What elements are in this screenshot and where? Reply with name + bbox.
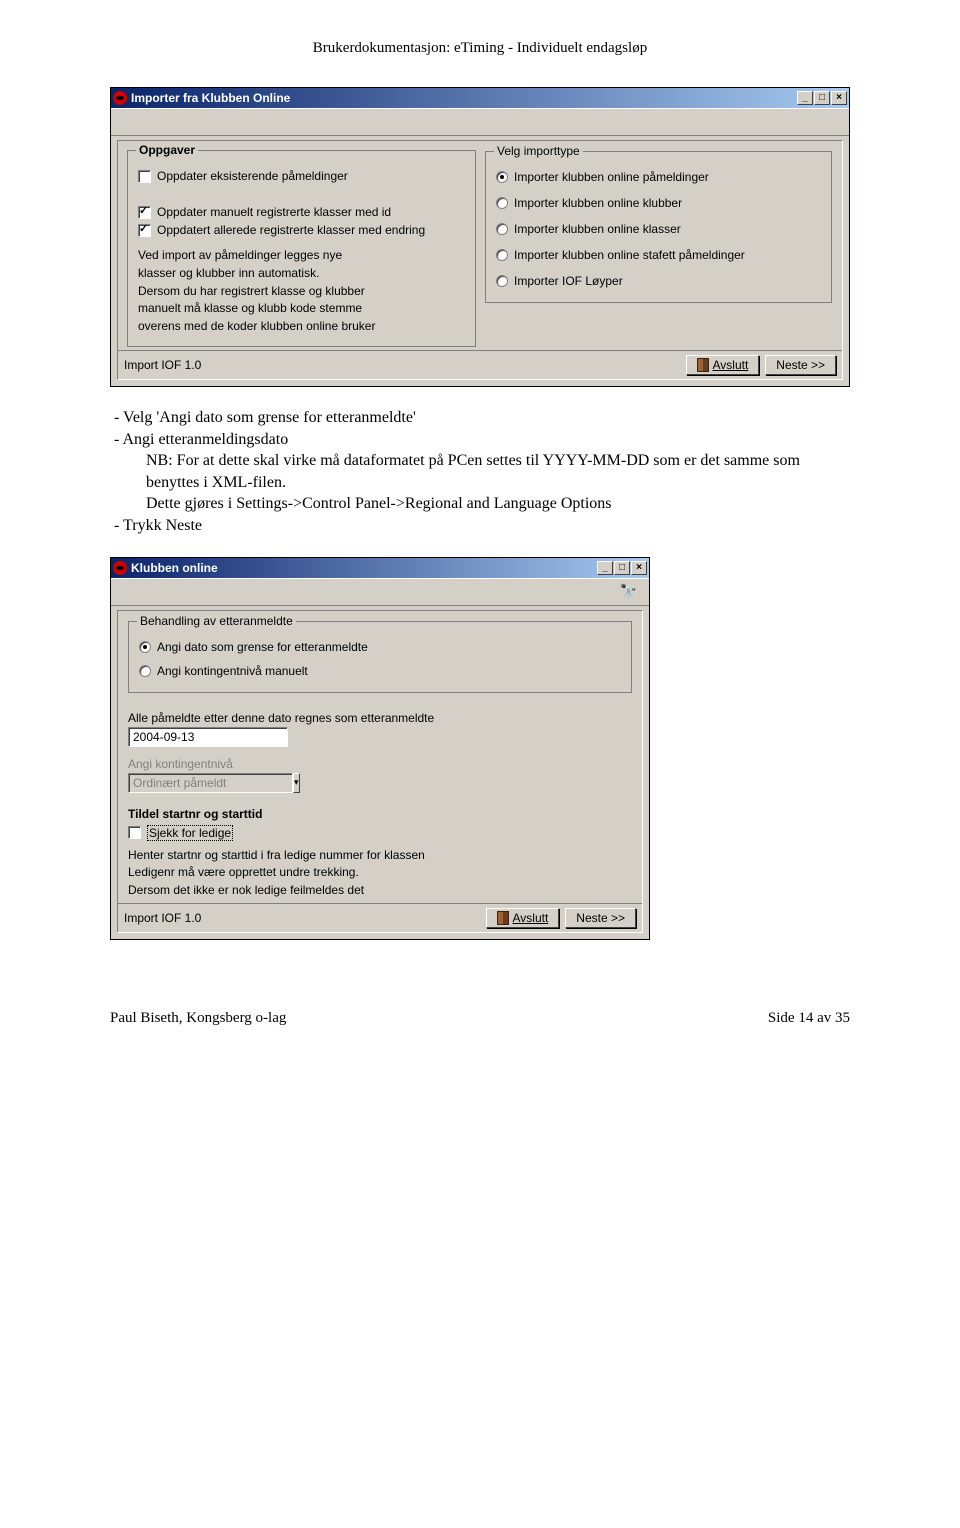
klubben-window: Klubben online _ □ × 🔭 Behandling av ett…: [110, 557, 650, 940]
app-icon: [113, 561, 127, 575]
etter-legend: Behandling av etteranmeldte: [137, 614, 296, 628]
tildel-legend: Tildel startnr og starttid: [128, 807, 632, 821]
radio-icon: [496, 275, 508, 287]
kontingent-select: [128, 773, 288, 793]
avslutt-button[interactable]: Avslutt: [486, 908, 560, 928]
toolbar: [111, 108, 849, 136]
page-footer: Paul Biseth, Kongsberg o-lag Side 14 av …: [110, 1010, 850, 1027]
radio-icon: [496, 249, 508, 261]
date-label: Alle påmeldte etter denne dato regnes so…: [128, 711, 632, 725]
radio-stafett[interactable]: Importer klubben online stafett påmeldin…: [496, 248, 821, 262]
radio-icon: [496, 171, 508, 183]
maximize-button[interactable]: □: [614, 561, 630, 575]
neste-button[interactable]: Neste >>: [565, 908, 636, 928]
titlebar: Importer fra Klubben Online _ □ ×: [111, 88, 849, 108]
etteranmeldte-group: Behandling av etteranmeldte Angi dato so…: [128, 621, 632, 693]
avslutt-button[interactable]: Avslutt: [686, 355, 760, 375]
status-text: Import IOF 1.0: [124, 358, 201, 372]
neste-button[interactable]: Neste >>: [765, 355, 836, 375]
binoculars-icon[interactable]: 🔭: [616, 583, 641, 600]
status-text: Import IOF 1.0: [124, 911, 201, 925]
importtype-legend: Velg importtype: [494, 144, 583, 158]
info-text: Ved import av påmeldinger legges nye kla…: [138, 247, 465, 335]
date-input[interactable]: [128, 727, 288, 747]
importtype-group: Velg importtype Importer klubben online …: [485, 151, 832, 303]
checkbox-oppdater-klasser-id[interactable]: Oppdater manuelt registrerte klasser med…: [138, 205, 465, 219]
tildel-info: Henter startnr og starttid i fra ledige …: [128, 847, 632, 899]
footer-author: Paul Biseth, Kongsberg o-lag: [110, 1010, 286, 1027]
footer-page: Side 14 av 35: [768, 1010, 850, 1027]
radio-angi-dato[interactable]: Angi dato som grense for etteranmeldte: [139, 640, 621, 654]
radio-pameldinger[interactable]: Importer klubben online påmeldinger: [496, 170, 821, 184]
kontingent-label: Angi kontingentnivå: [128, 757, 632, 771]
close-button[interactable]: ×: [631, 561, 647, 575]
kontingent-value: [128, 773, 293, 793]
window-title: Importer fra Klubben Online: [131, 91, 290, 105]
toolbar: 🔭: [111, 578, 649, 606]
radio-icon: [496, 223, 508, 235]
dropdown-arrow-icon: [293, 773, 300, 793]
exit-icon: [697, 358, 709, 372]
close-button[interactable]: ×: [831, 91, 847, 105]
checkbox-sjekk-ledige[interactable]: Sjekk for ledige: [128, 825, 632, 841]
oppgaver-legend: Oppgaver: [136, 143, 198, 157]
radio-icon: [496, 197, 508, 209]
minimize-button[interactable]: _: [597, 561, 613, 575]
radio-klasser[interactable]: Importer klubben online klasser: [496, 222, 821, 236]
maximize-button[interactable]: □: [814, 91, 830, 105]
window-title: Klubben online: [131, 561, 218, 575]
body-instructions: Velg 'Angi dato som grense for etteranme…: [110, 407, 850, 537]
oppgaver-group: Oppgaver Oppdater eksisterende påmelding…: [128, 151, 475, 346]
exit-icon: [497, 911, 509, 925]
import-window: Importer fra Klubben Online _ □ × Oppgav…: [110, 87, 850, 387]
radio-icon: [139, 641, 151, 653]
app-icon: [113, 91, 127, 105]
checkbox-oppdater-pameldinger[interactable]: Oppdater eksisterende påmeldinger: [138, 169, 465, 183]
radio-icon: [139, 665, 151, 677]
checkbox-icon: [138, 170, 151, 183]
checkbox-icon: [138, 224, 151, 237]
radio-klubber[interactable]: Importer klubben online klubber: [496, 196, 821, 210]
minimize-button[interactable]: _: [797, 91, 813, 105]
checkbox-oppdater-klasser-endring[interactable]: Oppdatert allerede registrerte klasser m…: [138, 223, 465, 237]
checkbox-icon: [138, 206, 151, 219]
checkbox-icon: [128, 826, 141, 839]
titlebar: Klubben online _ □ ×: [111, 558, 649, 578]
radio-iof-loyper[interactable]: Importer IOF Løyper: [496, 274, 821, 288]
radio-kontingent-manuelt[interactable]: Angi kontingentnivå manuelt: [139, 664, 621, 678]
document-header: Brukerdokumentasjon: eTiming - Individue…: [110, 40, 850, 57]
